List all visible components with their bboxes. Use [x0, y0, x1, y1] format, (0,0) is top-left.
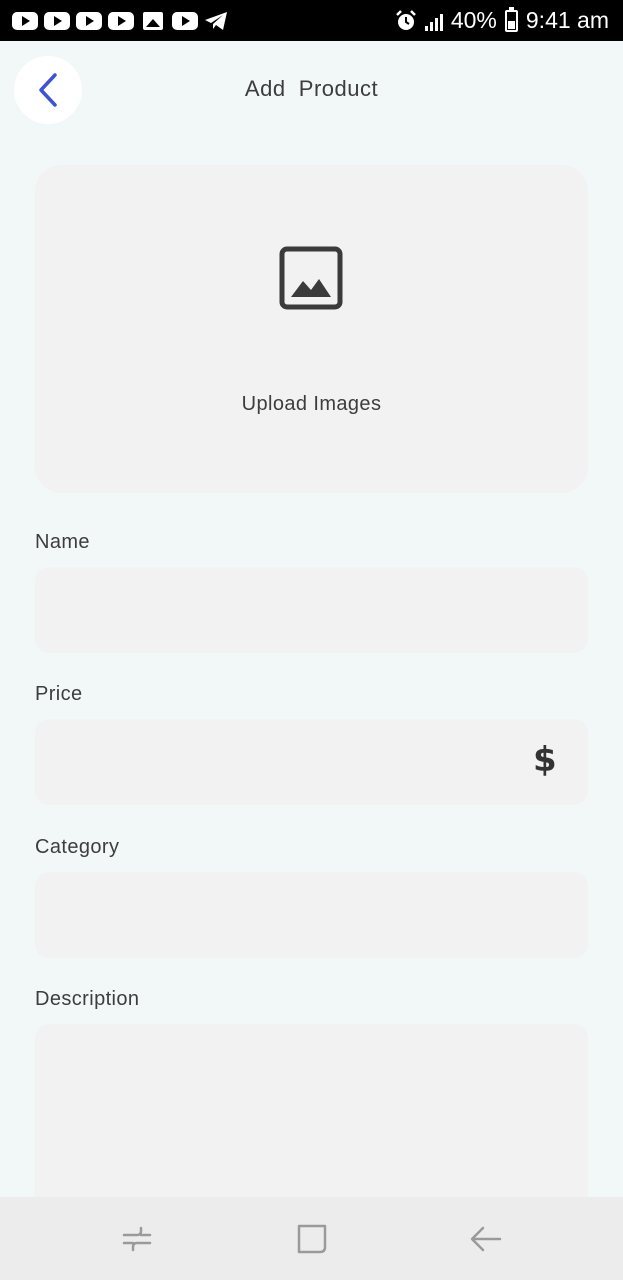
youtube-icon: [44, 11, 70, 30]
recent-apps-icon[interactable]: [119, 1221, 155, 1257]
navigation-bar: [0, 1197, 623, 1280]
gallery-icon: [143, 11, 163, 30]
youtube-icon: [12, 11, 38, 30]
name-label: Name: [35, 531, 90, 553]
battery-percentage: 40%: [450, 7, 497, 33]
youtube-icon: [76, 11, 102, 30]
price-label: Price: [35, 683, 83, 705]
upload-images-area[interactable]: Upload Images: [35, 165, 588, 493]
price-input[interactable]: [35, 719, 588, 805]
image-icon: [279, 246, 343, 310]
telegram-icon: [205, 11, 227, 30]
dollar-icon: $: [533, 740, 557, 780]
description-textarea[interactable]: [35, 1024, 588, 1224]
system-status: 40% 9:41 am: [395, 6, 609, 34]
youtube-icon: [172, 11, 198, 30]
name-input[interactable]: [35, 567, 588, 653]
battery-icon: [504, 6, 518, 32]
upload-images-label: Upload Images: [241, 393, 382, 415]
notification-icons: [12, 11, 228, 31]
category-label: Category: [35, 836, 120, 858]
description-label: Description: [35, 988, 140, 1010]
back-icon[interactable]: [468, 1221, 504, 1257]
clock: 9:41 am: [525, 7, 609, 33]
alarm-icon: [395, 9, 416, 30]
page-title: Add Product: [244, 76, 379, 101]
youtube-icon: [108, 11, 134, 30]
home-icon[interactable]: [294, 1221, 330, 1257]
category-input[interactable]: [35, 872, 588, 958]
status-bar: 40% 9:41 am: [0, 0, 623, 41]
signal-icon: [424, 11, 443, 31]
